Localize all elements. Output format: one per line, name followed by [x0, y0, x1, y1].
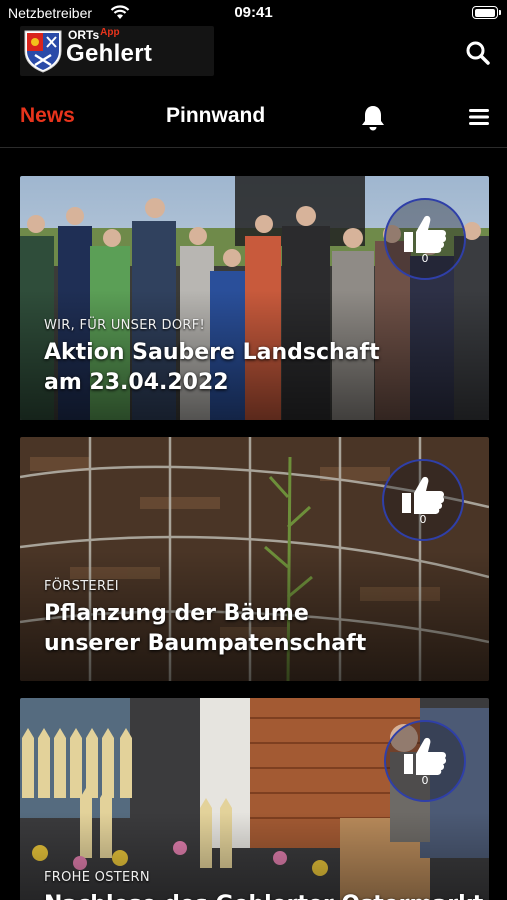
thumbs-up-icon	[404, 215, 447, 253]
news-title: Pflanzung der Bäume unserer Baumpatensch…	[44, 601, 367, 656]
town-crest-icon	[24, 30, 62, 73]
thumbs-up-icon	[404, 737, 447, 775]
like-count: 0	[421, 774, 429, 787]
app-header: ORTsApp Gehlert	[0, 24, 507, 80]
like-button[interactable]: 0	[384, 198, 466, 280]
news-category: FROHE OSTERN	[44, 870, 150, 885]
like-count: 0	[419, 513, 427, 526]
tab-news[interactable]: News	[20, 104, 75, 128]
news-category: WIR, FÜR UNSER DORF!	[44, 318, 205, 333]
news-category: FÖRSTEREI	[44, 579, 119, 594]
thumbs-up-icon	[402, 476, 445, 514]
like-count: 0	[421, 252, 429, 265]
app-logo[interactable]: ORTsApp Gehlert	[20, 26, 214, 76]
battery-level	[474, 8, 495, 17]
news-title: Nachlese des Gehlerter Ostermarkt	[44, 890, 489, 900]
news-title: Aktion Saubere Landschaft am 23.04.2022	[44, 340, 380, 395]
image-overlay	[20, 812, 489, 900]
main-navigation: News Pinnwand	[0, 92, 507, 148]
news-card[interactable]: FROHE OSTERN Nachlese des Gehlerter Oste…	[20, 698, 489, 900]
like-button[interactable]: 0	[382, 459, 464, 541]
news-card[interactable]: WIR, FÜR UNSER DORF! Aktion Saubere Land…	[20, 176, 489, 420]
hamburger-menu-icon[interactable]	[468, 106, 490, 128]
battery-icon	[472, 6, 501, 19]
bell-icon[interactable]	[360, 104, 386, 132]
clock: 09:41	[234, 4, 273, 21]
news-card[interactable]: FÖRSTEREI Pflanzung der Bäume unserer Ba…	[20, 437, 489, 681]
tab-pinnwand[interactable]: Pinnwand	[166, 104, 265, 128]
search-icon[interactable]	[465, 40, 491, 66]
logo-town-name: Gehlert	[66, 40, 153, 67]
like-button[interactable]: 0	[384, 720, 466, 802]
